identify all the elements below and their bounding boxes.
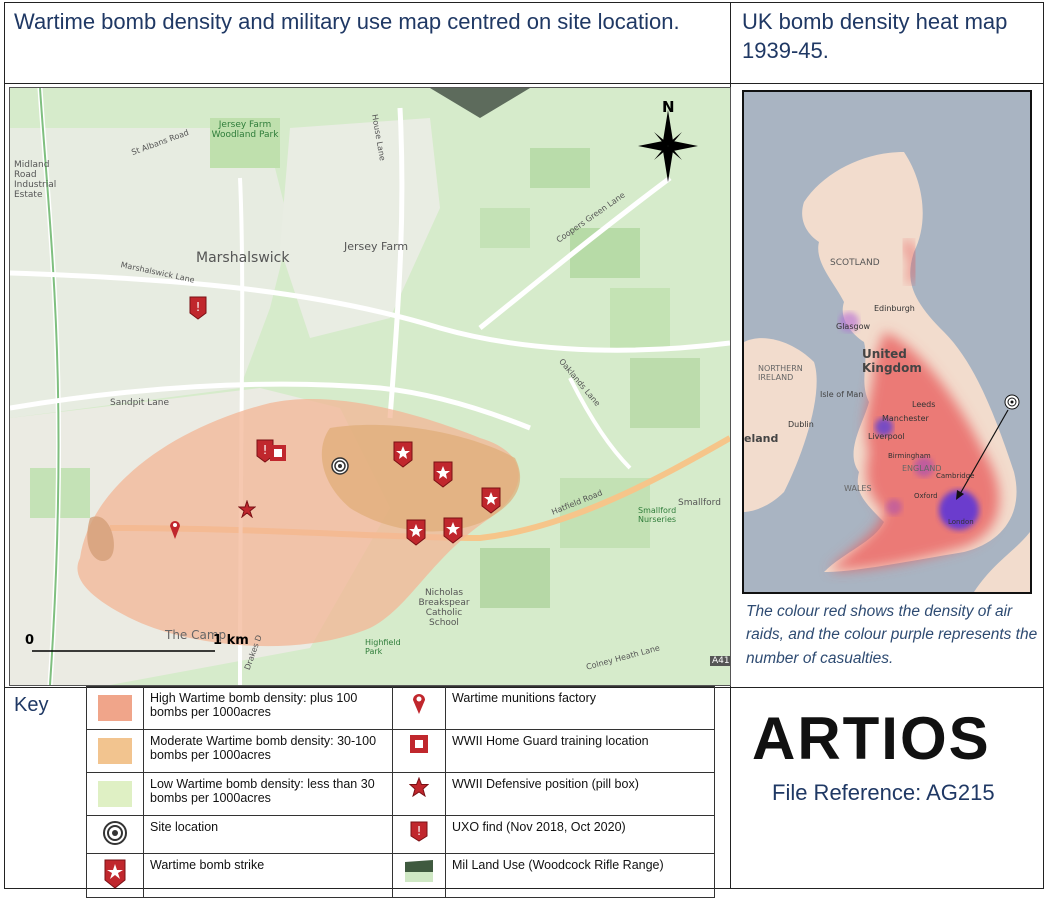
scale-start: 0 <box>25 633 35 648</box>
key-title: Key <box>14 694 49 716</box>
heat-label-leeds: Leeds <box>912 400 936 409</box>
place-smallford-nurseries: Smallford Nurseries <box>638 506 677 524</box>
heatmap-caption: The colour red shows the density of air … <box>746 603 1038 667</box>
scale-end: 1 km <box>213 633 249 648</box>
low-density-swatch <box>98 781 132 807</box>
site-location-icon[interactable] <box>330 456 350 476</box>
svg-text:!: ! <box>196 300 201 314</box>
bomb-strike-icon <box>104 859 126 889</box>
heat-label-scotland: SCOTLAND <box>830 258 880 268</box>
heat-label-ireland: eland <box>744 432 779 445</box>
bomb-strike-icon[interactable] <box>392 440 414 468</box>
key-label: Moderate Wartime bomb density: 30-100 bo… <box>143 729 393 773</box>
bomb-strike-icon[interactable] <box>405 518 427 546</box>
heat-label-uk: United Kingdom <box>862 347 922 375</box>
heat-label-birmingham: Birmingham <box>888 452 931 460</box>
key-label: Low Wartime bomb density: less than 30 b… <box>143 772 393 816</box>
heat-label-glasgow: Glasgow <box>836 322 871 331</box>
moderate-density-swatch <box>98 738 132 764</box>
heat-label-edinburgh: Edinburgh <box>874 304 915 313</box>
place-marshalswick: Marshalswick <box>196 250 290 266</box>
svg-text:!: ! <box>263 443 268 457</box>
heatmap-title: UK bomb density heat map 1939-45. <box>742 9 1008 63</box>
uk-heatmap-graphic <box>744 92 1030 592</box>
key-table: High Wartime bomb density: plus 100 bomb… <box>86 686 715 898</box>
site-map[interactable]: N Marshalswick Jersey Farm Jersey Farm W… <box>9 87 731 686</box>
home-guard-icon[interactable] <box>269 444 287 462</box>
key-icon-cell: ! <box>392 815 446 854</box>
place-highfield: Highfield Park <box>365 638 401 656</box>
uxo-find-icon[interactable]: ! <box>186 295 210 321</box>
place-jersey-farm: Jersey Farm <box>344 240 409 253</box>
artios-logo: ARTIOS <box>752 705 991 772</box>
place-industrial: Midland Road Industrial Estate <box>14 160 57 200</box>
key-label: WWII Defensive position (pill box) <box>445 772 715 816</box>
place-smallford: Smallford <box>678 498 721 508</box>
north-label: N <box>662 98 675 116</box>
target-icon <box>103 821 127 845</box>
key-icon-cell <box>392 686 446 730</box>
heat-label-isle-of-man: Isle of Man <box>820 390 864 399</box>
high-density-swatch <box>98 695 132 721</box>
road-a41: A41 <box>710 656 730 666</box>
heat-label-london: London <box>948 518 974 526</box>
munitions-factory-icon[interactable] <box>168 518 182 540</box>
key-swatch-cell <box>86 729 144 773</box>
file-reference: File Reference: AG215 <box>772 780 995 805</box>
key-icon-cell <box>392 729 446 773</box>
key-label: High Wartime bomb density: plus 100 bomb… <box>143 686 393 730</box>
place-nicholas: Nicholas Breakspear Catholic School <box>418 588 470 628</box>
bomb-strike-icon[interactable] <box>432 460 454 488</box>
pill-box-star-icon[interactable] <box>238 500 256 518</box>
map-graphic <box>10 88 730 685</box>
key-swatch-cell <box>86 772 144 816</box>
key-swatch-cell <box>86 686 144 730</box>
heat-label-wales: WALES <box>844 484 872 493</box>
key-icon-cell <box>86 815 144 854</box>
heat-label-dublin: Dublin <box>788 420 814 429</box>
bomb-strike-icon[interactable] <box>480 486 502 514</box>
key-label: UXO find (Nov 2018, Oct 2020) <box>445 815 715 854</box>
square-icon <box>410 735 428 753</box>
heat-label-ni: NORTHERN IRELAND <box>758 364 803 382</box>
bomb-strike-icon[interactable] <box>442 516 464 544</box>
star-icon <box>408 776 430 798</box>
key-icon-cell <box>392 772 446 816</box>
land-use-icon <box>405 860 433 882</box>
warning-icon: ! <box>410 821 428 842</box>
key-label: WWII Home Guard training location <box>445 729 715 773</box>
map-pin-icon <box>413 694 425 714</box>
svg-text:!: ! <box>417 824 422 838</box>
place-jersey-farm-park: Jersey Farm Woodland Park <box>211 120 279 140</box>
road-sandpit-lane: Sandpit Lane <box>110 398 170 408</box>
heat-label-oxford: Oxford <box>914 492 938 500</box>
heat-label-cambridge: Cambridge <box>936 472 975 480</box>
key-label: Site location <box>143 815 393 854</box>
uk-heatmap[interactable]: SCOTLAND Edinburgh Glasgow United Kingdo… <box>742 90 1032 594</box>
page-title: Wartime bomb density and military use ma… <box>14 9 680 34</box>
heat-label-liverpool: Liverpool <box>868 432 905 441</box>
key-label: Wartime munitions factory <box>445 686 715 730</box>
heat-label-manchester: Manchester <box>882 414 929 423</box>
